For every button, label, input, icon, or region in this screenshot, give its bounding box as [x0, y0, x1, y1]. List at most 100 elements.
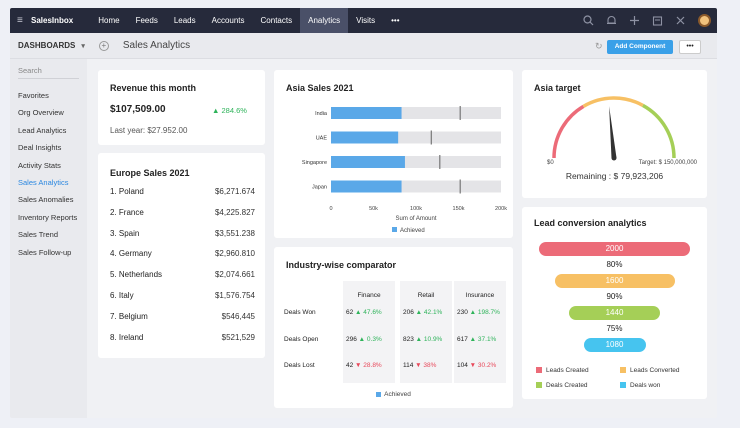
nav-home[interactable]: Home — [90, 8, 127, 33]
sidebar-item-sales-analytics[interactable]: Sales Analytics — [10, 174, 87, 191]
country-sales-value: $1,576.754 — [214, 291, 255, 300]
hamburger-menu-icon[interactable]: ≡ — [17, 15, 31, 26]
nav-leads[interactable]: Leads — [166, 8, 204, 33]
sidebar-item-sales-follow-up[interactable]: Sales Follow-up — [10, 244, 87, 261]
nav-visits[interactable]: Visits — [348, 8, 383, 33]
legend-swatch — [620, 382, 626, 389]
europe-row: 8. Ireland $521,529 — [110, 333, 255, 342]
add-dashboard-icon[interactable]: + — [98, 40, 109, 51]
europe-row: 4. Germany $2,960.810 — [110, 249, 255, 258]
down-arrow-icon: ▼ — [353, 362, 364, 369]
nav-contacts[interactable]: Contacts — [253, 8, 301, 33]
column-header: Retail — [417, 292, 435, 299]
europe-row: 2. France $4,225.827 — [110, 208, 255, 217]
revenue-change: ▲ 284.6% — [212, 106, 247, 115]
legend-swatch — [536, 367, 542, 374]
funnel-stage-bar[interactable]: 2000 — [539, 242, 690, 256]
funnel-stage-bar[interactable]: 1440 — [569, 306, 660, 320]
bar-achieved[interactable] — [331, 131, 399, 144]
lead-conversion-card: Lead conversion analytics 2000 80% 1600 90%… — [522, 207, 707, 399]
cell-value: 206 — [403, 309, 414, 316]
app-window: ≡ SalesInbox Home Feeds Leads Accounts C… — [10, 8, 717, 418]
up-arrow-icon: ▲ — [353, 309, 364, 316]
sidebar-item-favorites[interactable]: Favorites — [10, 87, 87, 104]
user-avatar[interactable] — [698, 14, 711, 27]
plus-icon[interactable] — [629, 15, 640, 26]
industry-cell: 206 ▲ 42.1% — [403, 309, 442, 316]
legend-label: Leads Created — [546, 367, 589, 374]
conversion-rate: 75% — [606, 324, 623, 333]
industry-cell: 617 ▲ 37.1% — [457, 336, 496, 343]
more-options-button[interactable]: ••• — [679, 40, 701, 54]
column-header: Finance — [357, 292, 381, 299]
chevron-down-icon: ▾ — [81, 43, 85, 50]
europe-row: 1. Poland $6,271.674 — [110, 187, 255, 196]
sidebar-item-lead-analytics[interactable]: Lead Analytics — [10, 122, 87, 139]
sidebar: Search Favorites Org Overview Lead Analy… — [10, 59, 87, 418]
industry-legend: Achieved — [274, 391, 513, 398]
revenue-change-value: 284.6% — [221, 106, 247, 115]
topbar-actions — [583, 8, 711, 33]
tools-icon[interactable] — [675, 15, 686, 26]
x-tick-label: 100k — [410, 206, 422, 212]
asia-target-card: Asia target $0 Target: $ 150,000,000 Rem… — [522, 70, 707, 198]
cell-value: 617 — [457, 336, 468, 343]
calendar-icon[interactable] — [652, 15, 663, 26]
app-brand[interactable]: SalesInbox — [31, 16, 73, 25]
refresh-icon[interactable]: ↻ — [595, 41, 603, 52]
europe-sales-card: Europe Sales 2021 1. Poland $6,271.674 2. … — [98, 153, 265, 358]
nav-feeds[interactable]: Feeds — [128, 8, 166, 33]
cell-change: 28.8% — [363, 362, 382, 369]
country-sales-value: $3,551.238 — [214, 228, 255, 238]
legend-item: Leads Converted — [620, 367, 680, 374]
search-icon[interactable] — [583, 15, 594, 26]
cell-change: 38% — [423, 362, 437, 369]
sidebar-item-sales-trend[interactable]: Sales Trend — [10, 226, 87, 243]
funnel-stage-bar[interactable]: 1600 — [554, 274, 675, 288]
country-name: 8. Ireland — [110, 332, 144, 342]
country-sales-value: $521,529 — [221, 332, 255, 342]
add-component-button[interactable]: Add Component — [607, 40, 673, 54]
country-name: 1. Poland — [110, 187, 144, 196]
bar-achieved[interactable] — [331, 107, 402, 119]
main-nav: Home Feeds Leads Accounts Contacts Analy… — [90, 8, 407, 33]
gauge-needle — [609, 106, 617, 159]
dashboards-dropdown[interactable]: DASHBOARDS ▾ — [18, 41, 85, 50]
x-tick-label: 150k — [453, 206, 465, 212]
cell-change: 42.1% — [423, 309, 443, 316]
industry-cell: 114 ▼ 38% — [403, 362, 436, 369]
nav-more[interactable]: ••• — [383, 8, 407, 33]
sidebar-search-input[interactable]: Search — [18, 66, 79, 79]
sidebar-item-activity-stats[interactable]: Activity Stats — [10, 157, 87, 174]
industry-legend-label: Achieved — [384, 391, 411, 398]
revenue-last-year: Last year: $27.952.00 — [110, 126, 188, 135]
cell-change: 0.3% — [366, 336, 382, 343]
top-navigation-bar: ≡ SalesInbox Home Feeds Leads Accounts C… — [10, 8, 717, 33]
europe-row: 5. Netherlands $2,074.661 — [110, 270, 255, 279]
revenue-title: Revenue this month — [110, 83, 197, 93]
industry-cell: 62 ▲ 47.6% — [346, 309, 382, 316]
bar-achieved[interactable] — [331, 180, 402, 193]
cell-change: 10.9% — [423, 336, 443, 343]
country-sales-value: $6,271.674 — [214, 187, 255, 196]
country-name: 4. Germany — [110, 249, 152, 259]
cell-change: 30.2% — [477, 362, 497, 369]
up-arrow-icon: ▲ — [467, 309, 478, 316]
bar-achieved[interactable] — [331, 156, 405, 168]
nav-analytics[interactable]: Analytics — [300, 8, 349, 33]
sidebar-item-inventory-reports[interactable]: Inventory Reports — [10, 209, 87, 226]
bell-icon[interactable] — [606, 15, 617, 26]
lead-conversion-title: Lead conversion analytics — [534, 218, 647, 228]
sidebar-item-org-overview[interactable]: Org Overview — [10, 104, 87, 121]
sidebar-item-deal-insights[interactable]: Deal Insights — [10, 139, 87, 156]
nav-accounts[interactable]: Accounts — [204, 8, 253, 33]
gauge-min-label: $0 — [547, 160, 554, 166]
legend-item: Deals won — [620, 382, 660, 389]
funnel-stage-bar[interactable]: 1080 — [583, 338, 646, 352]
conversion-rate: 80% — [606, 260, 623, 269]
cell-value: 104 — [457, 362, 468, 369]
up-arrow-icon: ▲ — [212, 106, 222, 115]
legend-label: Deals won — [630, 382, 661, 389]
country-sales-value: $4,225.827 — [214, 207, 255, 217]
sidebar-item-sales-anomalies[interactable]: Sales Anomalies — [10, 191, 87, 208]
